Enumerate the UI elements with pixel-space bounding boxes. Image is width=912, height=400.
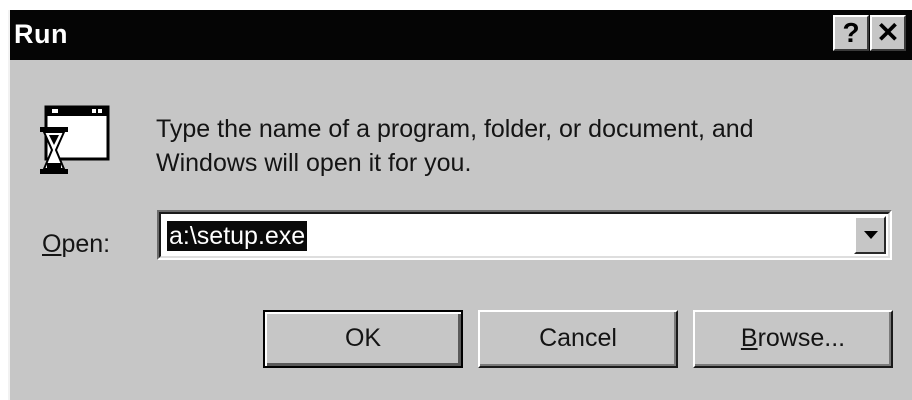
cancel-button[interactable]: Cancel [478,310,678,368]
run-dialog: Run ? ✕ Type the name of a program, fold… [8,10,912,400]
open-label-text: pen: [61,230,111,258]
question-mark-icon: ? [842,17,860,48]
open-label: Open: [42,230,110,259]
close-icon: ✕ [876,17,900,48]
browse-accelerator: B [740,324,758,352]
instruction-text: Type the name of a program, folder, or d… [156,115,754,177]
open-combobox-field[interactable]: a:\setup.exe [159,212,890,258]
browse-label: rowse... [757,324,846,352]
open-label-accelerator: O [42,230,62,258]
chevron-down-icon [864,231,878,239]
ok-button[interactable]: OK [263,310,463,368]
title-bar[interactable]: Run ? ✕ [10,10,912,60]
window-title: Run [14,19,68,49]
dropdown-button[interactable] [854,216,886,254]
run-program-icon [40,105,110,174]
help-button[interactable]: ? [833,15,869,51]
browse-button[interactable]: Browse... [693,310,893,368]
open-combobox[interactable]: a:\setup.exe [157,210,892,260]
close-button[interactable]: ✕ [870,15,906,51]
open-input-value[interactable]: a:\setup.exe [167,221,308,251]
